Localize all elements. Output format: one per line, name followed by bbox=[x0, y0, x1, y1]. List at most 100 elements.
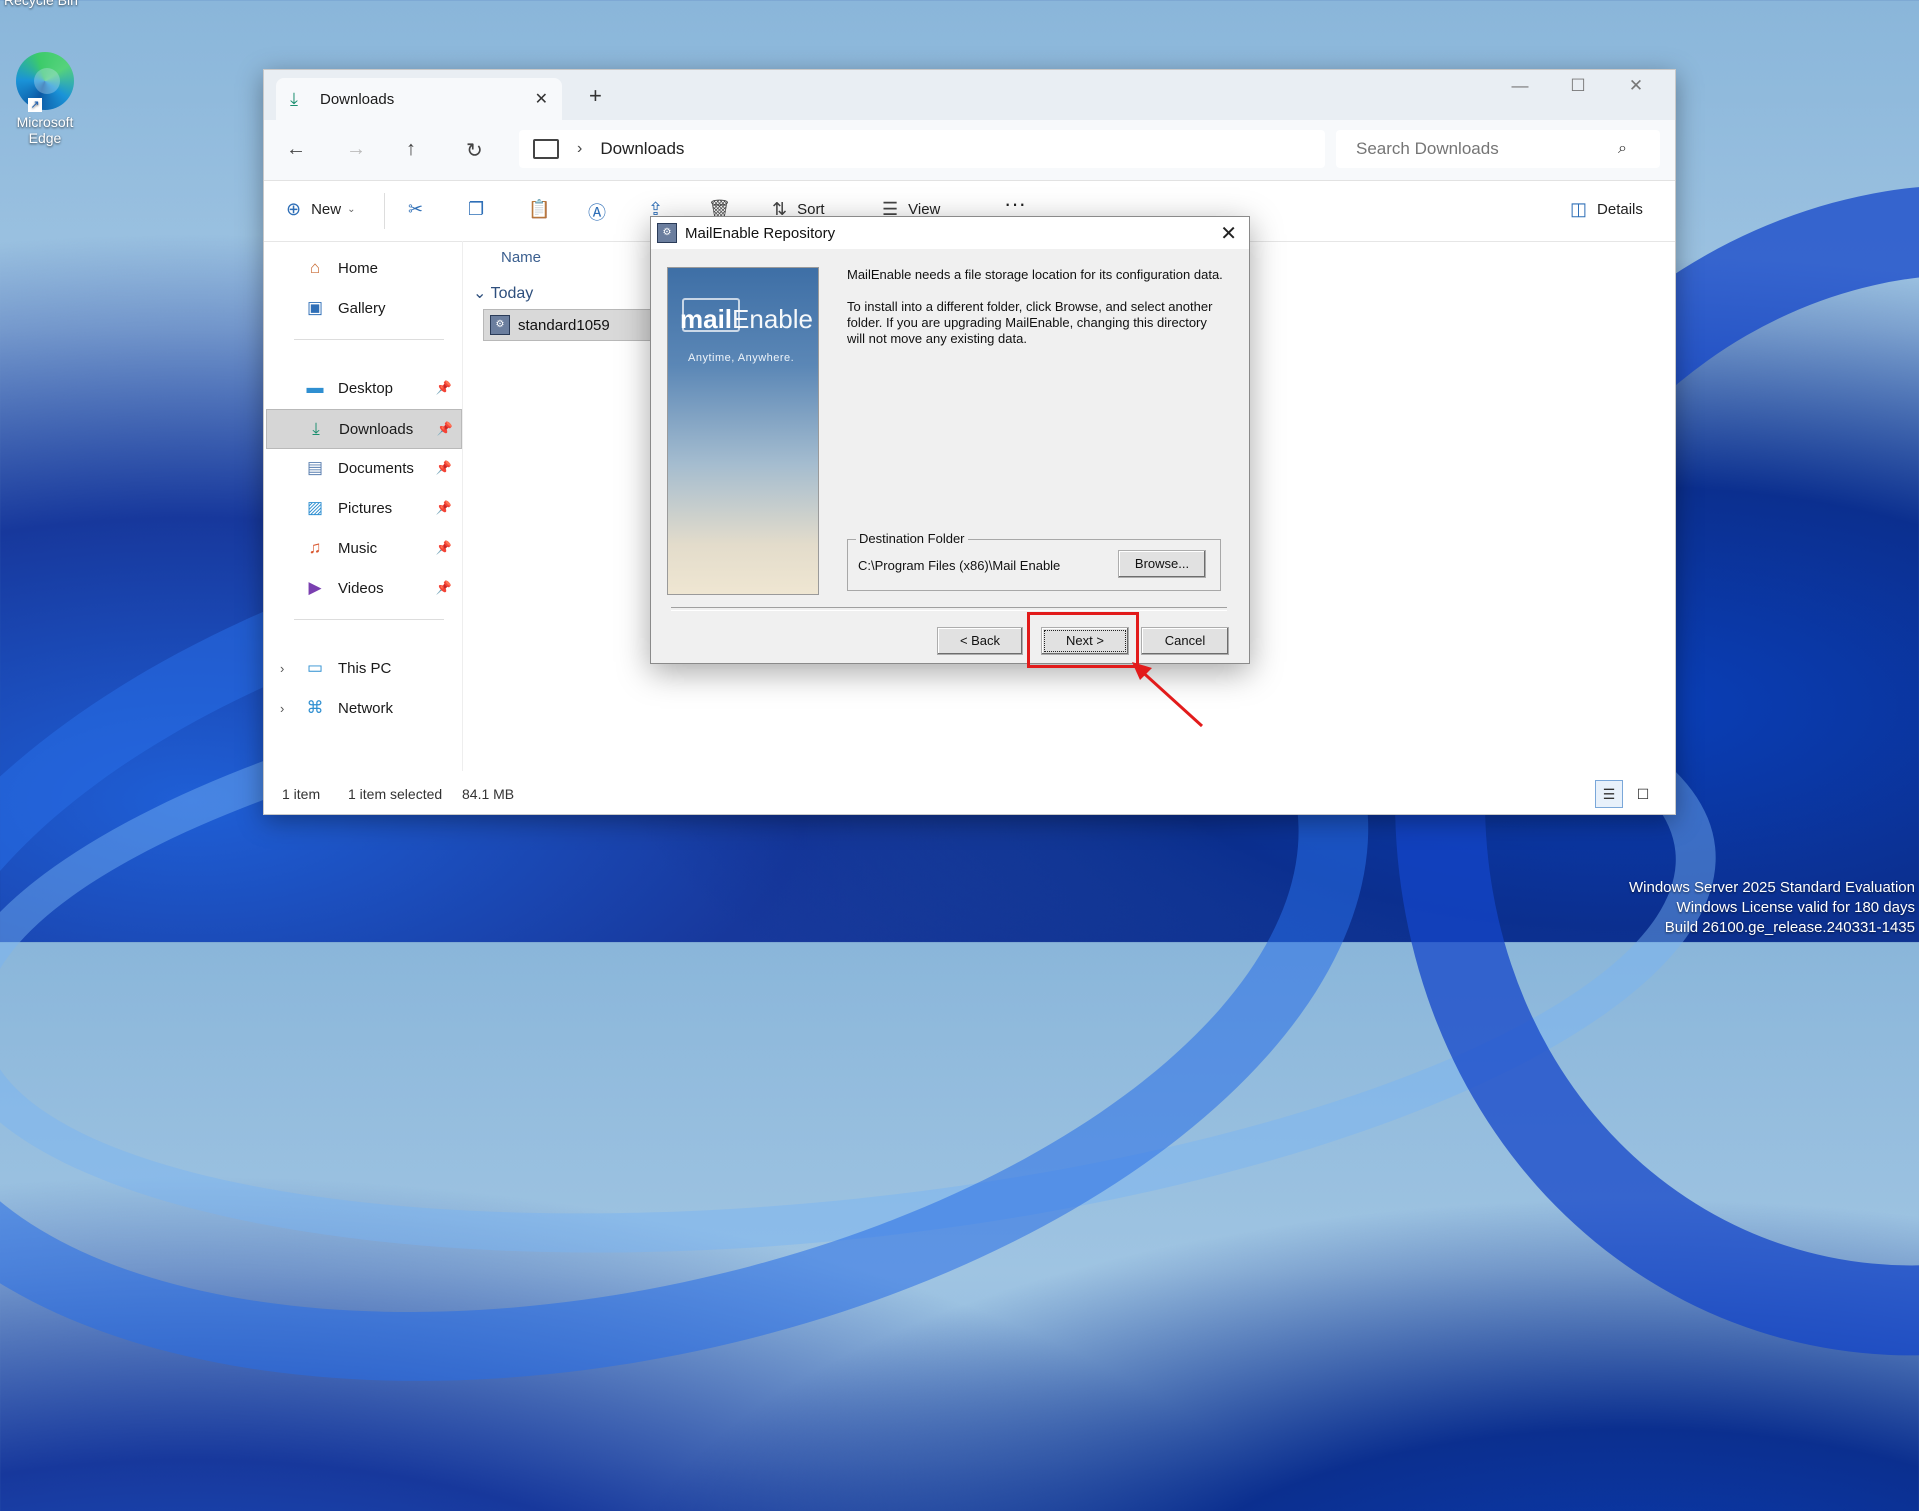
recycle-bin-label[interactable]: Recycle Bin bbox=[4, 0, 78, 8]
browse-button[interactable]: Browse... bbox=[1118, 550, 1206, 578]
chevron-down-icon: ⌄ bbox=[347, 204, 356, 215]
details-button[interactable]: ◫ Details bbox=[1570, 199, 1643, 220]
sidebar-item-home[interactable]: ⌂ Home bbox=[266, 249, 460, 287]
maximize-icon[interactable]: ☐ bbox=[1549, 76, 1607, 96]
home-icon: ⌂ bbox=[309, 258, 321, 277]
cut-icon: ✂ bbox=[408, 199, 424, 219]
download-icon: ⤓ bbox=[290, 88, 298, 109]
group-label: Destination Folder bbox=[856, 531, 968, 546]
group-header-today[interactable]: ⌄ Today bbox=[473, 283, 533, 303]
tiles-view-icon[interactable]: ☐ bbox=[1629, 780, 1657, 808]
navigation-pane: ⌂ Home ▣ Gallery ▬ Desktop 📌 ⤓ Downloads… bbox=[264, 241, 463, 771]
paste-button[interactable]: 📋 bbox=[528, 199, 560, 220]
computer-icon: ▭ bbox=[306, 658, 324, 677]
sidebar-item-videos[interactable]: ▶ Videos 📌 bbox=[266, 569, 460, 607]
desktop-icon: ▬ bbox=[306, 378, 324, 397]
search-input[interactable] bbox=[1354, 138, 1618, 160]
dialog-body: MailEnable needs a file storage location… bbox=[847, 267, 1227, 363]
chevron-right-icon[interactable]: › bbox=[280, 661, 284, 676]
sidebar-item-music[interactable]: ♫ Music 📌 bbox=[266, 529, 460, 567]
download-icon: ⤓ bbox=[312, 419, 320, 438]
sidebar-item-label: Pictures bbox=[338, 499, 393, 517]
sidebar-item-label: Gallery bbox=[338, 299, 386, 317]
edge-label-line1: Microsoft bbox=[16, 114, 74, 130]
videos-icon: ▶ bbox=[308, 578, 322, 597]
sidebar-item-documents[interactable]: ▤ Documents 📌 bbox=[266, 449, 460, 487]
copy-icon: ❐ bbox=[468, 199, 485, 219]
installer-icon: ⚙ bbox=[490, 315, 510, 335]
close-window-icon[interactable]: ✕ bbox=[1607, 76, 1665, 96]
address-row: ← → ↑ ↻ › Downloads ⌕ bbox=[264, 120, 1675, 181]
sidebar-item-label: Home bbox=[338, 259, 379, 277]
search-box[interactable]: ⌕ bbox=[1336, 130, 1660, 168]
tab-downloads[interactable]: ⤓ Downloads ✕ bbox=[276, 78, 562, 120]
refresh-icon[interactable]: ↻ bbox=[466, 138, 483, 163]
selection-info: 1 item selected bbox=[348, 786, 443, 802]
chevron-right-icon[interactable]: › bbox=[280, 701, 284, 716]
sidebar-item-downloads[interactable]: ⤓ Downloads 📌 bbox=[266, 409, 462, 449]
brand-bold: mail bbox=[680, 304, 733, 334]
close-dialog-icon[interactable]: ✕ bbox=[1220, 221, 1237, 246]
rename-button[interactable]: Ⓐ bbox=[588, 199, 616, 225]
breadcrumb[interactable]: Downloads bbox=[600, 139, 684, 159]
pin-icon[interactable]: 📌 bbox=[436, 500, 452, 516]
chevron-right-icon[interactable]: › bbox=[577, 140, 582, 158]
title-bar: ⤓ Downloads ✕ + — ☐ ✕ bbox=[264, 70, 1675, 120]
documents-icon: ▤ bbox=[306, 458, 324, 477]
mailenable-banner: mailEnable Anytime, Anywhere. bbox=[667, 267, 819, 595]
sidebar-item-network[interactable]: › ⌘ Network bbox=[266, 689, 460, 727]
cut-button[interactable]: ✂ bbox=[408, 199, 433, 220]
minimize-icon[interactable]: — bbox=[1491, 76, 1549, 96]
new-label: New bbox=[311, 201, 342, 218]
details-view-icon[interactable]: ☰ bbox=[1595, 780, 1623, 808]
sidebar-item-this-pc[interactable]: › ▭ This PC bbox=[266, 649, 460, 687]
group-label: Today bbox=[490, 285, 534, 302]
brand-light: Enable bbox=[732, 304, 813, 334]
details-pane-icon: ◫ bbox=[1570, 199, 1588, 219]
mailenable-dialog: ⚙ MailEnable Repository ✕ mailEnable Any… bbox=[650, 216, 1250, 664]
search-icon[interactable]: ⌕ bbox=[1618, 140, 1627, 158]
shortcut-arrow-icon: ↗ bbox=[28, 98, 42, 112]
pin-icon[interactable]: 📌 bbox=[436, 380, 452, 396]
dialog-divider bbox=[671, 607, 1227, 611]
chevron-down-icon: ⌄ bbox=[473, 285, 487, 302]
new-button[interactable]: ⊕ New ⌄ bbox=[286, 199, 356, 220]
back-button[interactable]: < Back bbox=[937, 627, 1023, 655]
destination-path: C:\Program Files (x86)\Mail Enable bbox=[858, 558, 1061, 573]
pin-icon[interactable]: 📌 bbox=[436, 460, 452, 476]
new-tab-button[interactable]: + bbox=[589, 83, 602, 109]
sidebar-item-pictures[interactable]: ▨ Pictures 📌 bbox=[266, 489, 460, 527]
status-bar: 1 item 1 item selected 84.1 MB ☰ ☐ bbox=[264, 774, 1675, 814]
column-header-name[interactable]: Name bbox=[501, 249, 541, 266]
sidebar-item-label: Desktop bbox=[338, 379, 394, 397]
plus-circle-icon: ⊕ bbox=[286, 199, 302, 219]
back-arrow-icon[interactable]: ← bbox=[286, 138, 306, 161]
destination-folder-group: Destination Folder C:\Program Files (x86… bbox=[847, 531, 1221, 591]
pin-icon[interactable]: 📌 bbox=[436, 580, 452, 596]
sidebar-item-label: This PC bbox=[338, 659, 392, 677]
dialog-title-bar: ⚙ MailEnable Repository ✕ bbox=[651, 217, 1249, 249]
more-options-button[interactable]: ··· bbox=[1004, 191, 1026, 217]
dialog-paragraph-1: MailEnable needs a file storage location… bbox=[847, 267, 1223, 282]
file-row[interactable]: ⚙ standard1059 bbox=[483, 309, 665, 341]
music-icon: ♫ bbox=[308, 538, 322, 557]
sidebar-item-label: Documents bbox=[338, 459, 414, 477]
close-tab-icon[interactable]: ✕ bbox=[535, 89, 548, 109]
sidebar-item-desktop[interactable]: ▬ Desktop 📌 bbox=[266, 369, 460, 407]
cancel-button[interactable]: Cancel bbox=[1141, 627, 1229, 655]
copy-button[interactable]: ❐ bbox=[468, 199, 494, 220]
sidebar-item-label: Music bbox=[338, 539, 378, 557]
pin-icon[interactable]: 📌 bbox=[436, 540, 452, 556]
watermark-line: Windows Server 2025 Standard Evaluation bbox=[1629, 879, 1915, 896]
item-count: 1 item bbox=[282, 786, 321, 802]
more-icon: ··· bbox=[1004, 191, 1026, 216]
forward-arrow-icon[interactable]: → bbox=[346, 138, 366, 161]
annotation-arrow-icon bbox=[1132, 662, 1204, 728]
dialog-title: MailEnable Repository bbox=[685, 224, 836, 242]
sidebar-item-gallery[interactable]: ▣ Gallery bbox=[266, 289, 460, 327]
brand-tagline: Anytime, Anywhere. bbox=[688, 352, 795, 364]
up-arrow-icon[interactable]: ↑ bbox=[406, 138, 416, 161]
address-bar[interactable]: › Downloads bbox=[519, 130, 1325, 168]
pin-icon[interactable]: 📌 bbox=[437, 421, 453, 437]
desktop-icon-edge[interactable]: ↗ Microsoft Edge bbox=[0, 52, 90, 146]
